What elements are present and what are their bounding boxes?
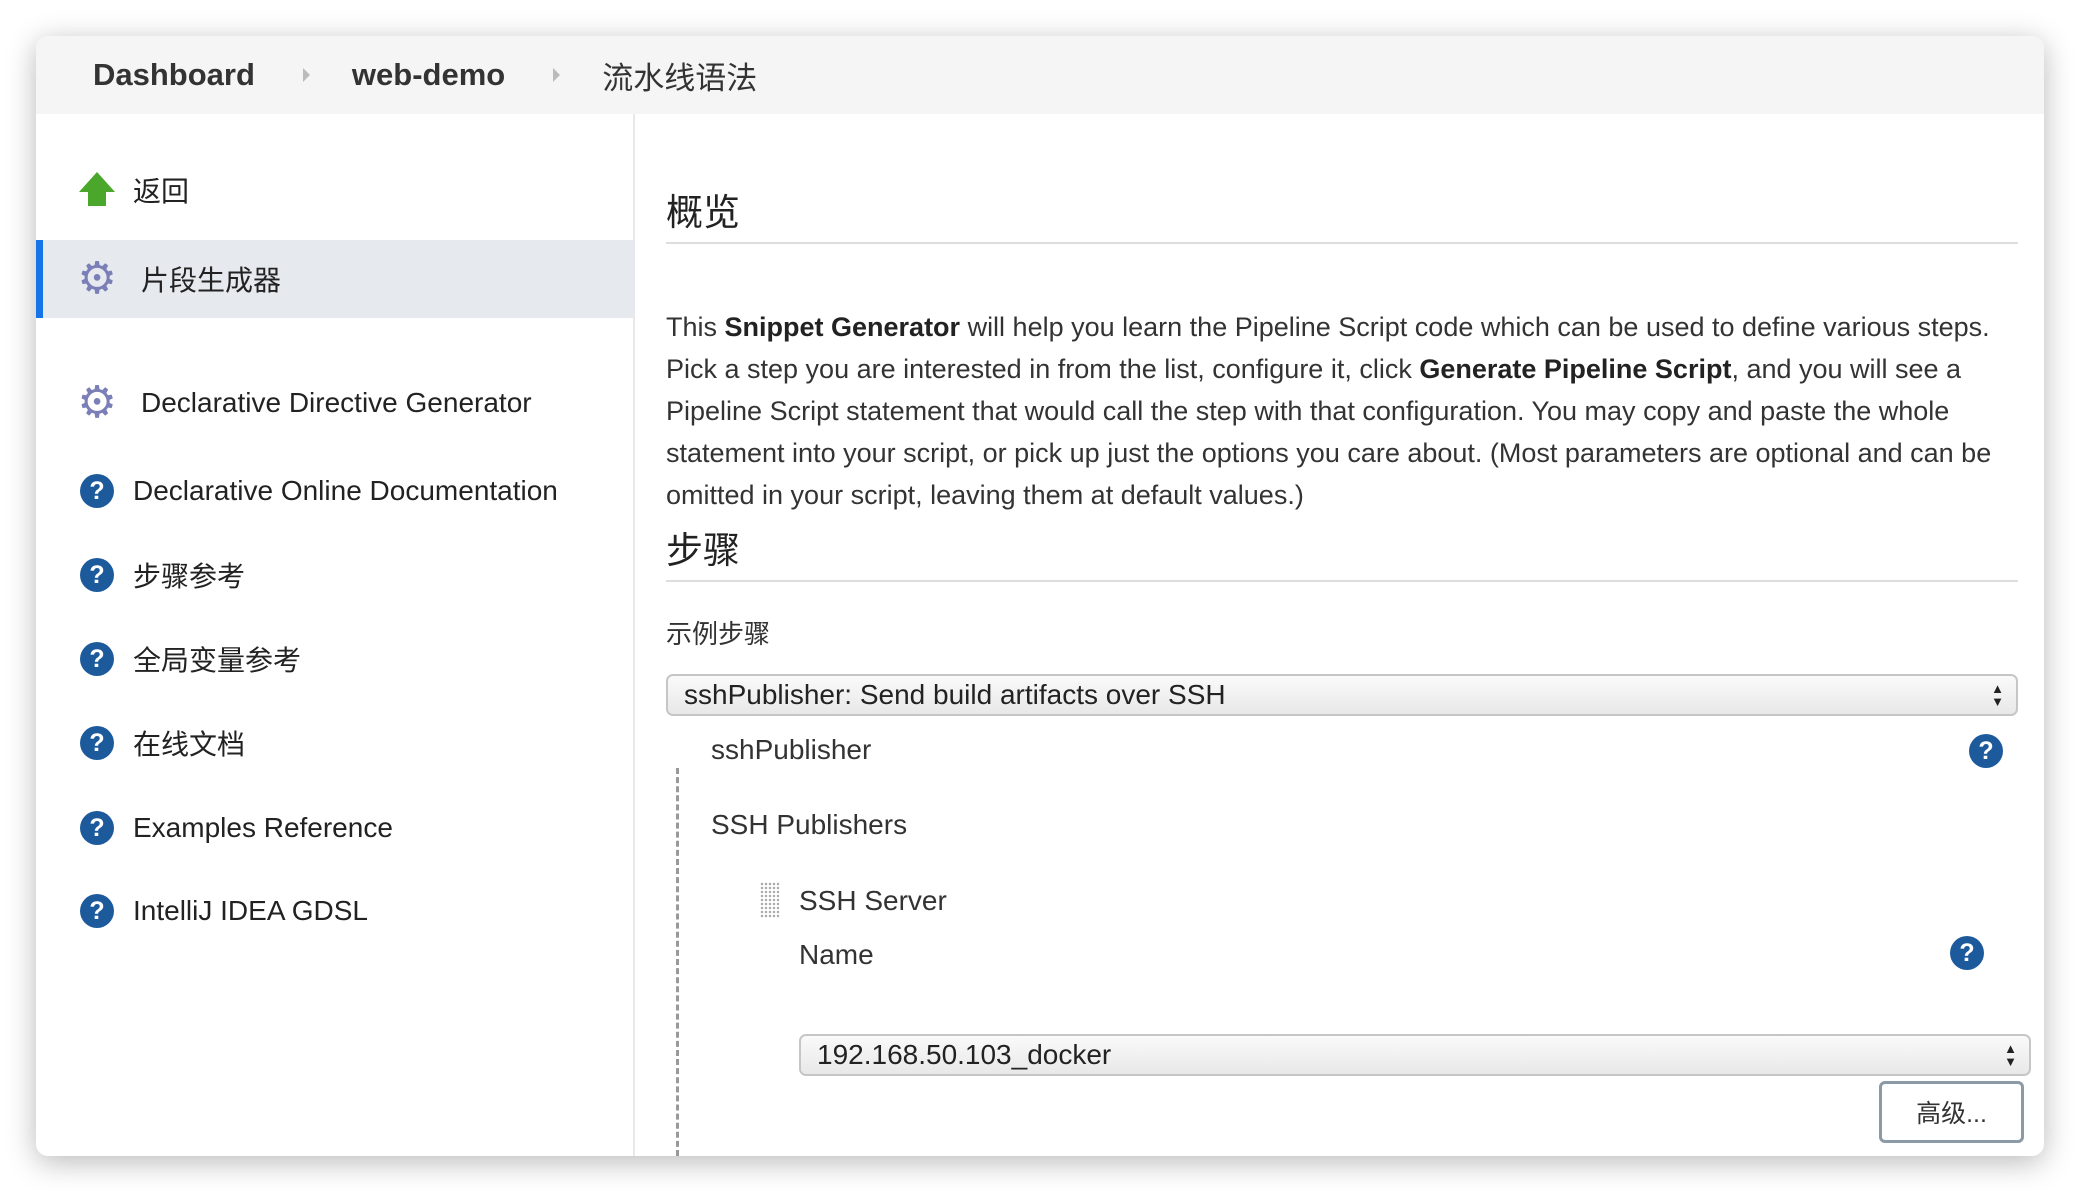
- sidebar-item-global-variable-reference[interactable]: ? 全局变量参考: [36, 620, 633, 698]
- gear-icon: ⚙: [77, 378, 117, 427]
- up-arrow-icon: [78, 171, 116, 209]
- breadcrumb-web-demo[interactable]: web-demo: [352, 57, 505, 93]
- name-help-icon[interactable]: ?: [1950, 936, 1984, 970]
- step-help-icon[interactable]: ?: [1969, 734, 2003, 768]
- sidebar-item-step-reference[interactable]: ? 步骤参考: [36, 536, 633, 614]
- sidebar-item-label: 片段生成器: [141, 265, 282, 296]
- sidebar-item-label: IntelliJ IDEA GDSL: [133, 895, 368, 926]
- sidebar-item-declarative-directive-generator[interactable]: ⚙ Declarative Directive Generator: [36, 364, 633, 442]
- help-icon: ?: [78, 472, 116, 510]
- sidebar-item-label: Declarative Directive Generator: [141, 387, 532, 418]
- breadcrumb: Dashboard web-demo 流水线语法: [36, 36, 2044, 114]
- breadcrumb-dashboard[interactable]: Dashboard: [93, 57, 255, 93]
- step-name-label: sshPublisher: [711, 734, 872, 765]
- help-icon: ?: [78, 724, 116, 762]
- breadcrumb-separator-icon: [302, 68, 310, 82]
- overview-description: This Snippet Generator will help you lea…: [666, 312, 1992, 510]
- ssh-server-label: SSH Server: [799, 885, 947, 916]
- help-icon: ?: [78, 640, 116, 678]
- sidebar-item-declarative-online-documentation[interactable]: ? Declarative Online Documentation: [36, 452, 633, 530]
- step-config-border: [676, 768, 679, 1156]
- sidebar: 返回 ⚙ 片段生成器 ⚙ Declarative Directive Generat…: [36, 114, 635, 1156]
- sidebar-item-intellij-gdsl[interactable]: ? IntelliJ IDEA GDSL: [36, 872, 633, 950]
- window: Dashboard web-demo 流水线语法 返回 ⚙ 片段生成器 ⚙ Decl…: [36, 36, 2044, 1156]
- sidebar-item-label: 返回: [133, 176, 190, 207]
- ssh-publishers-label: SSH Publishers: [711, 809, 908, 840]
- overview-heading: 概览: [666, 182, 2018, 244]
- sidebar-item-online-docs[interactable]: ? 在线文档: [36, 704, 633, 782]
- select-arrows-icon: ▲ ▼: [2004, 1041, 2017, 1069]
- name-label: Name: [799, 939, 874, 970]
- steps-heading: 步骤: [666, 520, 2018, 582]
- sidebar-item-label: Declarative Online Documentation: [133, 475, 558, 506]
- sidebar-item-label: 全局变量参考: [133, 645, 302, 676]
- help-icon: ?: [78, 556, 116, 594]
- sample-step-select[interactable]: sshPublisher: Send build artifacts over …: [666, 674, 2018, 716]
- sidebar-item-label: Examples Reference: [133, 812, 393, 843]
- drag-handle-icon[interactable]: [760, 882, 780, 918]
- help-icon: ?: [78, 809, 116, 847]
- sample-step-label: 示例步骤: [666, 619, 771, 649]
- main-content: 概览 This Snippet Generator will help you …: [666, 114, 2031, 1156]
- sidebar-item-snippet-generator[interactable]: ⚙ 片段生成器: [36, 240, 633, 318]
- advanced-button[interactable]: 高级...: [1879, 1081, 2024, 1143]
- select-arrows-icon: ▲ ▼: [1991, 681, 2004, 709]
- breadcrumb-pipeline-syntax[interactable]: 流水线语法: [602, 53, 757, 98]
- breadcrumb-separator-icon: [553, 68, 561, 82]
- gear-icon: ⚙: [77, 254, 117, 303]
- help-icon: ?: [78, 892, 116, 930]
- sidebar-item-examples-reference[interactable]: ? Examples Reference: [36, 789, 633, 867]
- sidebar-item-label: 在线文档: [133, 729, 246, 760]
- ssh-server-name-select[interactable]: 192.168.50.103_docker ▲ ▼: [799, 1034, 2031, 1076]
- sidebar-item-back[interactable]: 返回: [36, 151, 633, 229]
- sidebar-item-label: 步骤参考: [133, 561, 246, 592]
